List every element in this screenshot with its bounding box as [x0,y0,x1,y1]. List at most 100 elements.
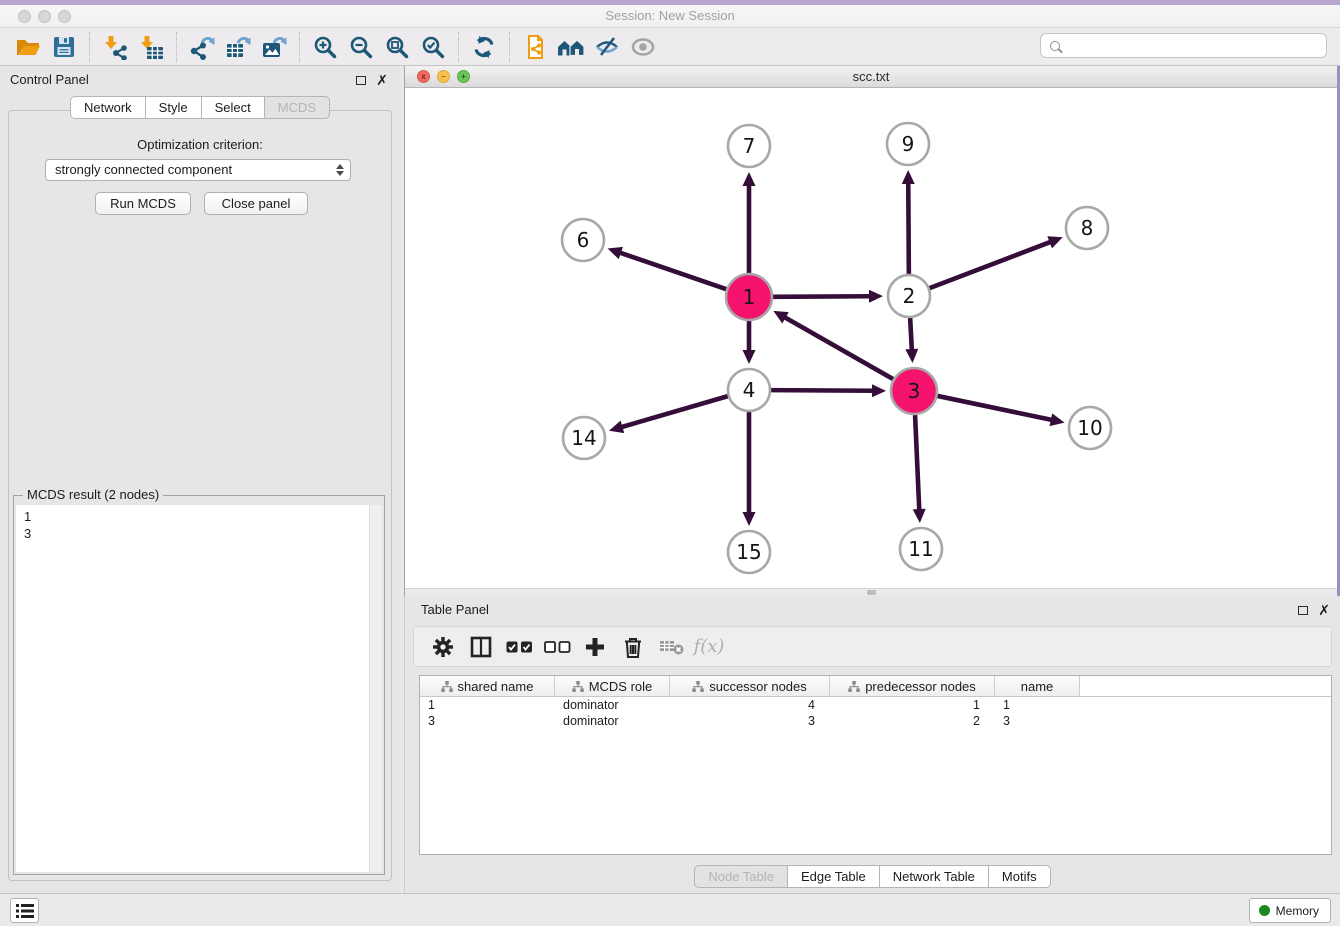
export-image-icon[interactable] [256,30,292,64]
tab-network-table[interactable]: Network Table [880,865,989,888]
tab-select[interactable]: Select [202,96,265,119]
refresh-icon[interactable] [466,30,502,64]
float-panel-icon[interactable] [356,76,366,85]
memory-label: Memory [1276,904,1319,918]
zoom-fit-icon[interactable] [379,30,415,64]
graph-edge-2-9[interactable] [908,182,909,274]
cell-successor-nodes[interactable]: 3 [670,713,830,729]
network-window-title: scc.txt [853,69,890,84]
zoom-selected-icon[interactable] [415,30,451,64]
graph-edge-2-8[interactable] [930,242,1052,289]
canvas-hscrollbar-thumb[interactable] [867,590,876,595]
control-panel-header: Control Panel ✗ [0,66,400,94]
table-row[interactable]: 3 dominator 3 2 3 [420,713,1331,729]
table-row[interactable]: 1 dominator 4 1 1 [420,697,1331,713]
graph-node-label: 10 [1077,416,1102,440]
add-column-icon[interactable] [576,630,614,664]
result-scrollbar[interactable] [369,505,382,872]
deselect-all-columns-icon[interactable] [538,630,576,664]
network-canvas[interactable]: 7968124314101511 [405,88,1337,588]
float-table-panel-icon[interactable] [1298,606,1308,615]
import-network-icon[interactable] [97,30,133,64]
search-input[interactable] [1066,38,1318,53]
cell-shared-name[interactable]: 1 [420,697,555,713]
network-graph[interactable]: 7968124314101511 [405,88,1336,588]
graph-edge-3-10[interactable] [937,396,1052,420]
function-builder-icon: f(x) [690,630,728,664]
cell-name[interactable]: 3 [995,713,1080,729]
column-header-mcds-role[interactable]: MCDS role [555,676,670,696]
show-hidden-icon [625,30,661,64]
cell-mcds-role[interactable]: dominator [555,697,670,713]
table-settings-icon[interactable] [424,630,462,664]
toggle-panel-mode-icon[interactable] [462,630,500,664]
canvas-hscrollbar[interactable] [405,588,1337,596]
network-window-titlebar[interactable]: x – + scc.txt [405,66,1337,88]
first-neighbors-icon[interactable] [553,30,589,64]
column-header-predecessor-nodes[interactable]: predecessor nodes [830,676,995,696]
mcds-result-textarea[interactable]: 1 3 [16,505,382,872]
zoom-out-icon[interactable] [343,30,379,64]
column-header-shared-name[interactable]: shared name [420,676,555,696]
graph-edge-arrowhead [913,509,926,523]
cell-name[interactable]: 1 [995,697,1080,713]
tab-network[interactable]: Network [70,96,146,119]
app-titlebar[interactable]: Session: New Session [0,5,1340,28]
new-network-from-selection-icon[interactable] [517,30,553,64]
network-minimize-button[interactable]: – [437,70,450,83]
select-all-columns-icon[interactable] [500,630,538,664]
close-table-panel-icon[interactable]: ✗ [1318,603,1330,617]
graph-edge-arrowhead [608,247,623,259]
zoom-in-icon[interactable] [307,30,343,64]
memory-button[interactable]: Memory [1249,898,1331,923]
tab-node-table[interactable]: Node Table [694,865,788,888]
list-icon [16,904,34,918]
tab-mcds[interactable]: MCDS [265,96,330,119]
search-box[interactable] [1040,33,1327,58]
criterion-select[interactable]: strongly connected component [45,159,351,181]
select-stepper-icon [336,164,344,176]
graph-edge-1-6[interactable] [619,252,726,289]
cell-predecessor-nodes[interactable]: 2 [830,713,995,729]
tab-motifs[interactable]: Motifs [989,865,1051,888]
run-mcds-button[interactable]: Run MCDS [95,192,191,215]
open-session-icon[interactable] [10,30,46,64]
cell-predecessor-nodes[interactable]: 1 [830,697,995,713]
graph-node-label: 15 [736,540,761,564]
cell-successor-nodes[interactable]: 4 [670,697,830,713]
task-history-button[interactable] [10,898,39,923]
graph-node-label: 11 [908,537,933,561]
column-header-name[interactable]: name [995,676,1080,696]
graph-node-label: 3 [908,379,921,403]
export-table-icon[interactable] [220,30,256,64]
graph-edge-arrowhead [869,290,883,303]
graph-edge-3-1[interactable] [784,317,893,379]
export-network-icon[interactable] [184,30,220,64]
cell-mcds-role[interactable]: dominator [555,713,670,729]
close-panel-icon[interactable]: ✗ [376,73,388,87]
table-panel-title: Table Panel [421,602,489,617]
graph-edge-3-11[interactable] [915,415,919,511]
save-session-icon[interactable] [46,30,82,64]
delete-columns-icon[interactable] [614,630,652,664]
graph-edge-2-3[interactable] [910,318,912,351]
tab-style[interactable]: Style [146,96,202,119]
import-table-icon[interactable] [133,30,169,64]
toolbar-separator [176,32,177,62]
graph-edge-1-2[interactable] [773,296,871,297]
graph-edge-arrowhead [743,172,756,186]
criterion-value: strongly connected component [55,162,232,177]
tab-edge-table[interactable]: Edge Table [788,865,880,888]
column-header-successor-nodes[interactable]: successor nodes [670,676,830,696]
graph-node-label: 7 [743,134,756,158]
graph-edge-arrowhead [743,350,756,364]
hide-selected-icon[interactable] [589,30,625,64]
graph-node-label: 14 [571,426,596,450]
cell-shared-name[interactable]: 3 [420,713,555,729]
close-panel-button[interactable]: Close panel [204,192,308,215]
graph-edge-4-3[interactable] [771,390,874,391]
column-type-icon [848,681,860,692]
network-close-button[interactable]: x [417,70,430,83]
graph-edge-4-14[interactable] [620,396,727,427]
network-zoom-button[interactable]: + [457,70,470,83]
